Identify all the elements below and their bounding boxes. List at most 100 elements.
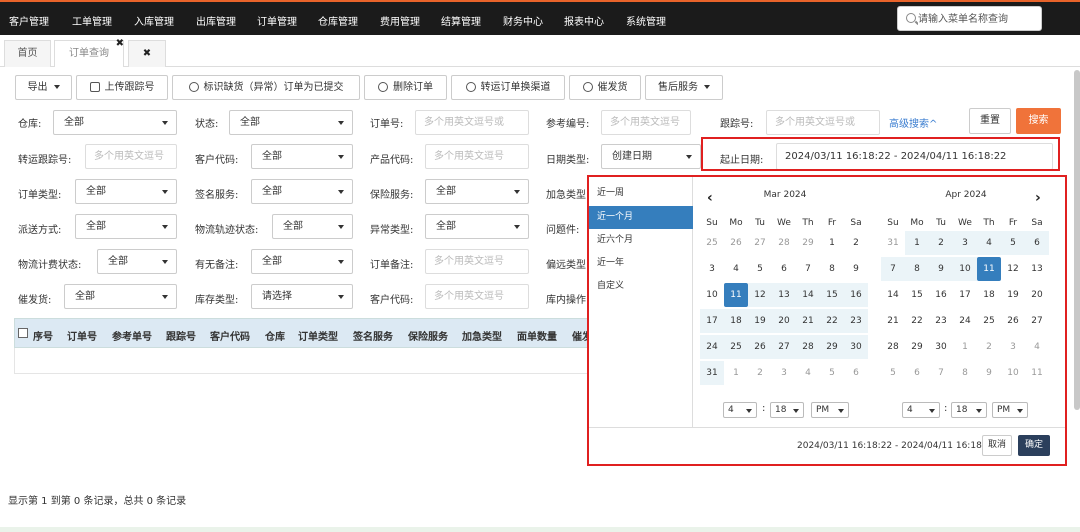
apply-button[interactable]: 确定 <box>1018 435 1050 456</box>
calendar-day[interactable]: 6 <box>1025 231 1049 255</box>
col-order-type[interactable]: 订单类型 <box>298 328 338 343</box>
nav-item-inbound[interactable]: 入库管理 <box>134 13 174 28</box>
calendar-day[interactable]: 11 <box>724 283 748 307</box>
calendar-day[interactable]: 28 <box>796 335 820 359</box>
calendar-day[interactable]: 19 <box>748 309 772 333</box>
calendar-day[interactable]: 2 <box>929 231 953 255</box>
calendar-day[interactable]: 1 <box>724 361 748 385</box>
calendar-day[interactable]: 3 <box>772 361 796 385</box>
calendar-day[interactable]: 8 <box>905 257 929 281</box>
tracking-no-input[interactable]: 多个用英文逗号或 <box>766 110 880 135</box>
export-button[interactable]: 导出 <box>15 75 72 100</box>
date-type-select[interactable]: 创建日期 <box>601 144 701 169</box>
nav-item-outbound[interactable]: 出库管理 <box>196 13 236 28</box>
nav-item-finance[interactable]: 财务中心 <box>503 13 543 28</box>
logistics-billing-status-select[interactable]: 全部 <box>97 249 177 274</box>
calendar-day[interactable]: 6 <box>905 361 929 385</box>
calendar-day[interactable]: 7 <box>881 257 905 281</box>
calendar-day[interactable]: 24 <box>953 309 977 333</box>
calendar-day[interactable]: 22 <box>820 309 844 333</box>
calendar-day[interactable]: 4 <box>724 257 748 281</box>
nav-item-workorder[interactable]: 工单管理 <box>72 13 112 28</box>
range-last-month[interactable]: 近一个月 <box>589 206 693 229</box>
calendar-day[interactable]: 18 <box>977 283 1001 307</box>
urge-ship-button[interactable]: 催发货 <box>569 75 641 100</box>
customer-code2-input[interactable]: 多个用英文逗号 <box>425 284 529 309</box>
search-button[interactable]: 搜索 <box>1016 108 1061 134</box>
calendar-day[interactable]: 26 <box>724 231 748 255</box>
calendar-day[interactable]: 30 <box>844 335 868 359</box>
advanced-search-link[interactable]: 高级搜索^ <box>889 115 937 130</box>
nav-item-warehouse[interactable]: 仓库管理 <box>318 13 358 28</box>
calendar-day[interactable]: 17 <box>700 309 724 333</box>
calendar-day[interactable]: 29 <box>820 335 844 359</box>
nav-item-orders[interactable]: 订单管理 <box>257 13 297 28</box>
calendar-day[interactable]: 15 <box>820 283 844 307</box>
calendar-day[interactable]: 9 <box>844 257 868 281</box>
order-type-select[interactable]: 全部 <box>75 179 177 204</box>
right-hour-select[interactable]: 4 <box>902 402 940 418</box>
calendar-day[interactable]: 8 <box>953 361 977 385</box>
col-insurance-service[interactable]: 保险服务 <box>408 328 448 343</box>
calendar-day[interactable]: 16 <box>844 283 868 307</box>
calendar-day[interactable]: 25 <box>977 309 1001 333</box>
calendar-day[interactable]: 27 <box>772 335 796 359</box>
calendar-day[interactable]: 21 <box>796 309 820 333</box>
calendar-day[interactable]: 27 <box>748 231 772 255</box>
calendar-day[interactable]: 20 <box>1025 283 1049 307</box>
delete-order-button[interactable]: 删除订单 <box>364 75 447 100</box>
calendar-day[interactable]: 24 <box>700 335 724 359</box>
calendar-day[interactable]: 15 <box>905 283 929 307</box>
col-index[interactable]: 序号 <box>33 328 53 343</box>
ref-no-input[interactable]: 多个用英文逗号 <box>601 110 691 135</box>
calendar-day[interactable]: 9 <box>977 361 1001 385</box>
calendar-day[interactable]: 23 <box>844 309 868 333</box>
calendar-day[interactable]: 4 <box>977 231 1001 255</box>
tab-order-query[interactable]: 订单查询 ✖ <box>54 38 124 67</box>
calendar-day[interactable]: 30 <box>929 335 953 359</box>
logistics-track-status-select[interactable]: 全部 <box>272 214 353 239</box>
transfer-channel-button[interactable]: 转运订单换渠道 <box>451 75 565 100</box>
sign-service-select[interactable]: 全部 <box>251 179 353 204</box>
after-sales-button[interactable]: 售后服务 <box>645 75 723 100</box>
calendar-day[interactable]: 21 <box>881 309 905 333</box>
calendar-day[interactable]: 25 <box>700 231 724 255</box>
stock-type-select[interactable]: 请选择 <box>251 284 353 309</box>
calendar-day[interactable]: 2 <box>748 361 772 385</box>
col-ref-no[interactable]: 参考单号 <box>112 328 152 343</box>
calendar-day[interactable]: 27 <box>1025 309 1049 333</box>
calendar-day[interactable]: 7 <box>796 257 820 281</box>
calendar-day[interactable]: 20 <box>772 309 796 333</box>
nav-item-settlement[interactable]: 结算管理 <box>441 13 481 28</box>
calendar-day[interactable]: 10 <box>953 257 977 281</box>
reset-button[interactable]: 重置 <box>969 108 1011 134</box>
calendar-day[interactable]: 6 <box>772 257 796 281</box>
calendar-day[interactable]: 26 <box>1001 309 1025 333</box>
calendar-day[interactable]: 2 <box>844 231 868 255</box>
close-icon[interactable]: ✖ <box>116 38 124 50</box>
right-minute-select[interactable]: 18 <box>951 402 987 418</box>
calendar-day[interactable]: 5 <box>748 257 772 281</box>
cancel-button[interactable]: 取消 <box>982 435 1012 456</box>
left-ampm-select[interactable]: PM <box>811 402 849 418</box>
calendar-day[interactable]: 19 <box>1001 283 1025 307</box>
calendar-day[interactable]: 1 <box>820 231 844 255</box>
calendar-day[interactable]: 31 <box>700 361 724 385</box>
calendar-day[interactable]: 14 <box>796 283 820 307</box>
calendar-day[interactable]: 11 <box>977 257 1001 281</box>
tab-close-all[interactable]: ✖ <box>128 40 166 67</box>
col-urgent-type[interactable]: 加急类型 <box>462 328 502 343</box>
delivery-method-select[interactable]: 全部 <box>75 214 177 239</box>
menu-search-input[interactable] <box>918 10 1038 28</box>
calendar-day[interactable]: 12 <box>748 283 772 307</box>
col-tracking-no[interactable]: 跟踪号 <box>166 328 196 343</box>
upload-tracking-button[interactable]: 上传跟踪号 <box>76 75 168 100</box>
calendar-day[interactable]: 3 <box>700 257 724 281</box>
calendar-day[interactable]: 2 <box>977 335 1001 359</box>
calendar-day[interactable]: 16 <box>929 283 953 307</box>
calendar-day[interactable]: 11 <box>1025 361 1049 385</box>
nav-item-customer[interactable]: 客户管理 <box>9 13 49 28</box>
range-last-year[interactable]: 近一年 <box>589 252 693 275</box>
calendar-day[interactable]: 13 <box>772 283 796 307</box>
calendar-day[interactable]: 10 <box>700 283 724 307</box>
